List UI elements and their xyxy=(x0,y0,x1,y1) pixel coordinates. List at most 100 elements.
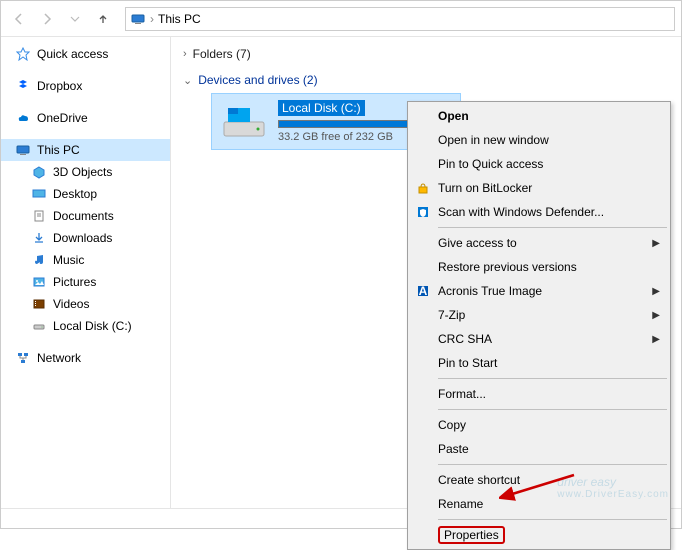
menu-item-label: Create shortcut xyxy=(438,473,520,487)
menu-item-label: Turn on BitLocker xyxy=(438,181,532,195)
menu-item-label: Acronis True Image xyxy=(438,284,542,298)
sidebar-item-label: Dropbox xyxy=(37,79,82,93)
menu-item-format[interactable]: Format... xyxy=(410,382,668,406)
drive-icon xyxy=(31,318,47,334)
sidebar-item-label: Documents xyxy=(53,209,114,223)
menu-item-label: Paste xyxy=(438,442,469,456)
sidebar-item-label: 3D Objects xyxy=(53,165,112,179)
menu-item-label: Open xyxy=(438,109,469,123)
sidebar-item-label: Pictures xyxy=(53,275,96,289)
menu-item-properties[interactable]: Properties xyxy=(410,523,668,547)
chevron-right-icon: ▶ xyxy=(652,334,660,345)
menu-item-rename[interactable]: Rename xyxy=(410,492,668,516)
breadcrumb-location[interactable]: This PC xyxy=(158,12,201,26)
dropbox-icon xyxy=(15,78,31,94)
menu-item-create-shortcut[interactable]: Create shortcut xyxy=(410,468,668,492)
acronis-icon: A xyxy=(414,282,432,300)
sidebar-item-label: Videos xyxy=(53,297,89,311)
menu-separator xyxy=(438,409,667,410)
drive-name: Local Disk (C:) xyxy=(278,100,365,116)
downloads-icon xyxy=(31,230,47,246)
menu-item-copy[interactable]: Copy xyxy=(410,413,668,437)
menu-item-open[interactable]: Open xyxy=(410,104,668,128)
forward-button[interactable] xyxy=(35,7,59,31)
menu-item-turn-on-bitlocker[interactable]: Turn on BitLocker xyxy=(410,176,668,200)
drive-icon xyxy=(220,102,268,142)
sidebar-item-videos[interactable]: Videos xyxy=(1,293,170,315)
sidebar-item-label: Local Disk (C:) xyxy=(53,319,132,333)
menu-item-acronis-true-image[interactable]: A Acronis True Image ▶ xyxy=(410,279,668,303)
menu-item-pin-to-quick-access[interactable]: Pin to Quick access xyxy=(410,152,668,176)
sidebar-item-quick-access[interactable]: Quick access xyxy=(1,43,170,65)
sidebar-item-label: Music xyxy=(53,253,84,267)
folders-section: › Folders (7) xyxy=(183,47,669,61)
sidebar-item-label: Desktop xyxy=(53,187,97,201)
chevron-right-icon: ▶ xyxy=(652,310,660,321)
defender-icon xyxy=(414,203,432,221)
sidebar-item-dropbox[interactable]: Dropbox xyxy=(1,75,170,97)
sidebar-item-label: This PC xyxy=(37,143,80,157)
sidebar-item-documents[interactable]: Documents xyxy=(1,205,170,227)
menu-item-label: Restore previous versions xyxy=(438,260,577,274)
sidebar-item-3d-objects[interactable]: 3D Objects xyxy=(1,161,170,183)
menu-item-label: Copy xyxy=(438,418,466,432)
section-title: Folders (7) xyxy=(193,47,251,61)
sidebar-item-label: Downloads xyxy=(53,231,112,245)
menu-separator xyxy=(438,378,667,379)
folders-header[interactable]: › Folders (7) xyxy=(183,47,669,61)
menu-separator xyxy=(438,519,667,520)
music-icon xyxy=(31,252,47,268)
chevron-right-icon: › xyxy=(150,12,154,26)
star-icon xyxy=(15,46,31,62)
menu-item-label: Pin to Start xyxy=(438,356,497,370)
chevron-down-icon: ⌄ xyxy=(183,74,192,87)
sidebar-item-this-pc[interactable]: This PC xyxy=(1,139,170,161)
up-button[interactable] xyxy=(91,7,115,31)
address-bar[interactable]: › This PC xyxy=(125,7,675,31)
menu-item-pin-to-start[interactable]: Pin to Start xyxy=(410,351,668,375)
sidebar-item-pictures[interactable]: Pictures xyxy=(1,271,170,293)
navigation-pane: Quick access Dropbox OneDrive This PC 3D… xyxy=(1,37,171,508)
sidebar-item-label: OneDrive xyxy=(37,111,88,125)
menu-item-label: Format... xyxy=(438,387,486,401)
menu-item-label: Rename xyxy=(438,497,483,511)
svg-text:A: A xyxy=(419,284,428,298)
menu-separator xyxy=(438,464,667,465)
sidebar-item-label: Network xyxy=(37,351,81,365)
chevron-right-icon: ▶ xyxy=(652,238,660,249)
this-pc-icon xyxy=(15,142,31,158)
sidebar-item-label: Quick access xyxy=(37,47,108,61)
sidebar-item-desktop[interactable]: Desktop xyxy=(1,183,170,205)
chevron-right-icon: ▶ xyxy=(652,286,660,297)
menu-item-restore-previous-versions[interactable]: Restore previous versions xyxy=(410,255,668,279)
menu-item-scan-with-windows-defender[interactable]: Scan with Windows Defender... xyxy=(410,200,668,224)
sidebar-item-network[interactable]: Network xyxy=(1,347,170,369)
section-title: Devices and drives (2) xyxy=(198,73,317,87)
menu-item-open-in-new-window[interactable]: Open in new window xyxy=(410,128,668,152)
bitlocker-icon xyxy=(414,179,432,197)
menu-item-label: Give access to xyxy=(438,236,517,250)
sidebar-item-local-disk[interactable]: Local Disk (C:) xyxy=(1,315,170,337)
menu-item-crc-sha[interactable]: CRC SHA▶ xyxy=(410,327,668,351)
menu-item-label: 7-Zip xyxy=(438,308,465,322)
this-pc-icon xyxy=(130,11,146,27)
sidebar-item-onedrive[interactable]: OneDrive xyxy=(1,107,170,129)
videos-icon xyxy=(31,296,47,312)
menu-separator xyxy=(438,227,667,228)
menu-item-label: Scan with Windows Defender... xyxy=(438,205,604,219)
menu-item-give-access-to[interactable]: Give access to ▶ xyxy=(410,231,668,255)
drives-header[interactable]: ⌄ Devices and drives (2) xyxy=(183,73,669,87)
back-button[interactable] xyxy=(7,7,31,31)
recent-dropdown[interactable] xyxy=(63,7,87,31)
documents-icon xyxy=(31,208,47,224)
sidebar-item-downloads[interactable]: Downloads xyxy=(1,227,170,249)
menu-item-7-zip[interactable]: 7-Zip ▶ xyxy=(410,303,668,327)
network-icon xyxy=(15,350,31,366)
sidebar-item-music[interactable]: Music xyxy=(1,249,170,271)
context-menu: Open Open in new window Pin to Quick acces… xyxy=(407,101,671,550)
menu-item-paste[interactable]: Paste xyxy=(410,437,668,461)
desktop-icon xyxy=(31,186,47,202)
chevron-right-icon: › xyxy=(183,48,187,60)
menu-item-label: Open in new window xyxy=(438,133,549,147)
nav-toolbar: › This PC xyxy=(1,1,681,37)
